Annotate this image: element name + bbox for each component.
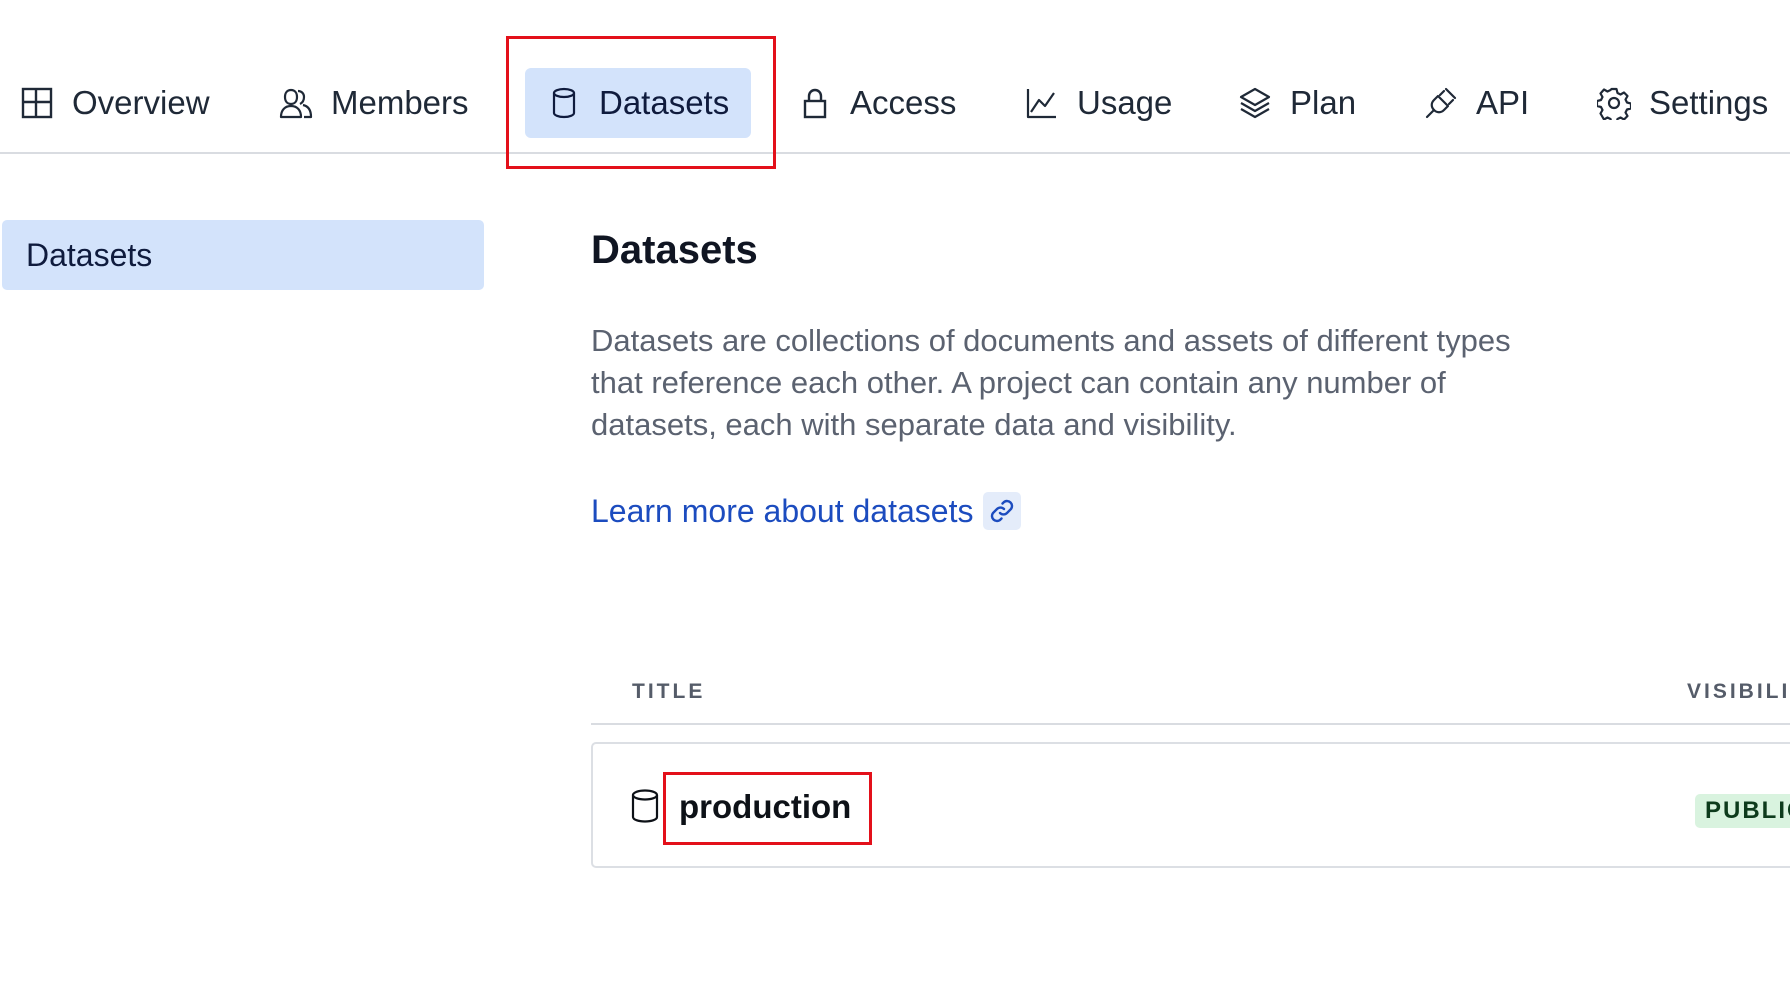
users-icon [279, 88, 313, 119]
database-icon [631, 789, 659, 823]
tab-label: Settings [1649, 84, 1769, 121]
tab-label: API [1476, 84, 1530, 121]
link-icon [983, 492, 1022, 530]
gear-icon [1597, 87, 1631, 120]
top-nav: Overview Members Datasets Access Usage P… [0, 0, 1790, 154]
learn-more-label: Learn more about datasets [591, 492, 974, 529]
tab-label: Usage [1077, 84, 1173, 121]
sidebar-item-datasets[interactable]: Datasets [2, 220, 484, 290]
tab-api[interactable]: API [1402, 68, 1551, 138]
page-description: Datasets are collections of documents an… [591, 323, 1511, 442]
database-icon [552, 87, 576, 119]
layout-icon [21, 87, 53, 119]
table-row[interactable]: production PUBLIC [591, 742, 1790, 868]
lock-icon [803, 88, 827, 119]
tab-usage[interactable]: Usage [1003, 68, 1194, 138]
dataset-title[interactable]: production [679, 788, 851, 826]
learn-more-link[interactable]: Learn more about datasets [591, 492, 1022, 530]
tab-settings[interactable]: Settings [1575, 68, 1790, 138]
sidebar-item-label: Datasets [26, 236, 153, 273]
table-header-divider [591, 723, 1790, 725]
tab-overview[interactable]: Overview [0, 68, 232, 138]
page-title: Datasets [591, 228, 758, 272]
plug-icon [1425, 87, 1457, 119]
tab-datasets[interactable]: Datasets [525, 68, 752, 138]
tab-label: Datasets [599, 84, 730, 121]
chart-line-icon [1026, 89, 1056, 119]
column-header-title: TITLE [632, 680, 706, 703]
tab-label: Access [850, 84, 957, 121]
tab-access[interactable]: Access [776, 68, 978, 138]
tab-plan[interactable]: Plan [1216, 68, 1378, 138]
tab-label: Plan [1290, 84, 1357, 121]
column-header-visibility: VISIBILIT [1687, 680, 1790, 703]
layers-icon [1239, 87, 1271, 119]
tab-label: Members [331, 84, 469, 121]
tab-label: Overview [72, 84, 210, 121]
visibility-badge: PUBLIC [1695, 794, 1790, 828]
tab-members[interactable]: Members [257, 68, 491, 138]
